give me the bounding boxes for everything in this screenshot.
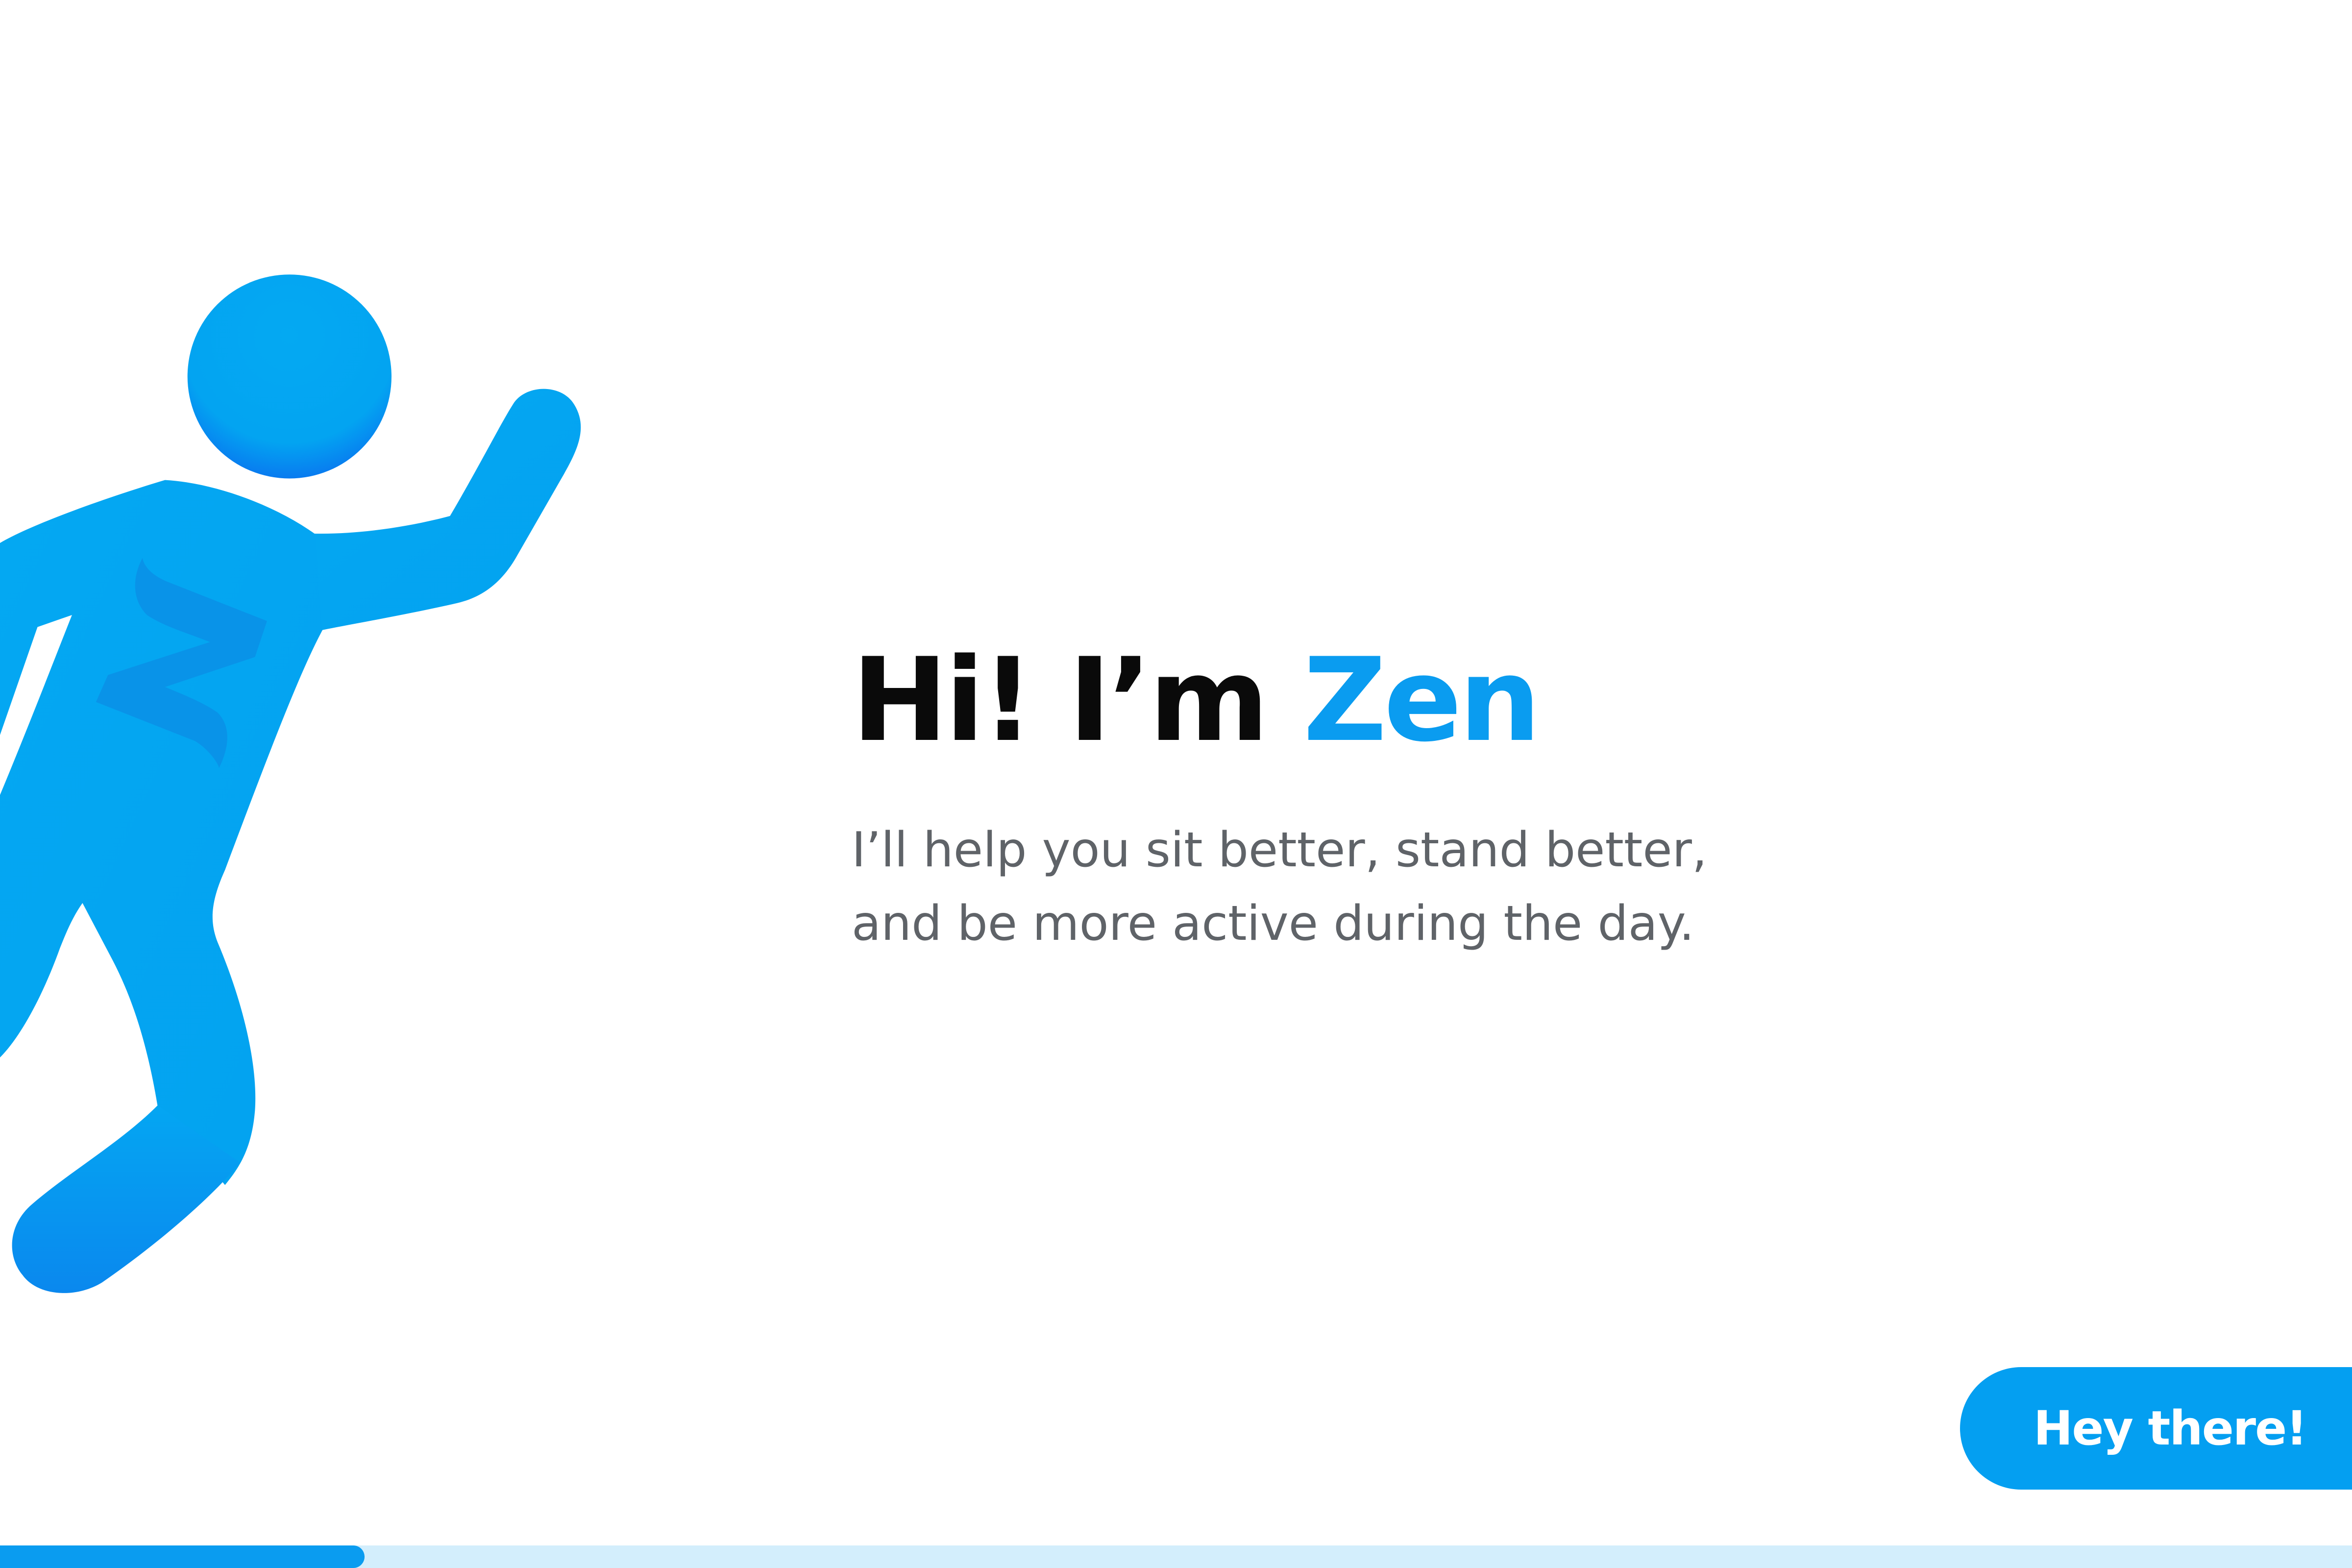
page-title: Hi! I’m Zen <box>852 632 2028 769</box>
title-greeting: Hi! I’m <box>852 634 1303 767</box>
intro-subtitle: I’ll help you sit better, stand better, … <box>852 813 1930 960</box>
subtitle-line-2: and be more active during the day. <box>852 896 1694 952</box>
mascot-body <box>0 274 581 1293</box>
onboarding-progress-bar <box>0 1545 2352 1568</box>
intro-copy: Hi! I’m Zen I’ll help you sit better, st… <box>852 632 2028 960</box>
subtitle-line-1: I’ll help you sit better, stand better, <box>852 822 1708 878</box>
progress-fill <box>0 1545 365 1568</box>
title-brand-name: Zen <box>1303 634 1541 767</box>
hey-there-button[interactable]: Hey there! <box>1960 1367 2352 1490</box>
onboarding-screen: Hi! I’m Zen I’ll help you sit better, st… <box>0 0 2352 1568</box>
